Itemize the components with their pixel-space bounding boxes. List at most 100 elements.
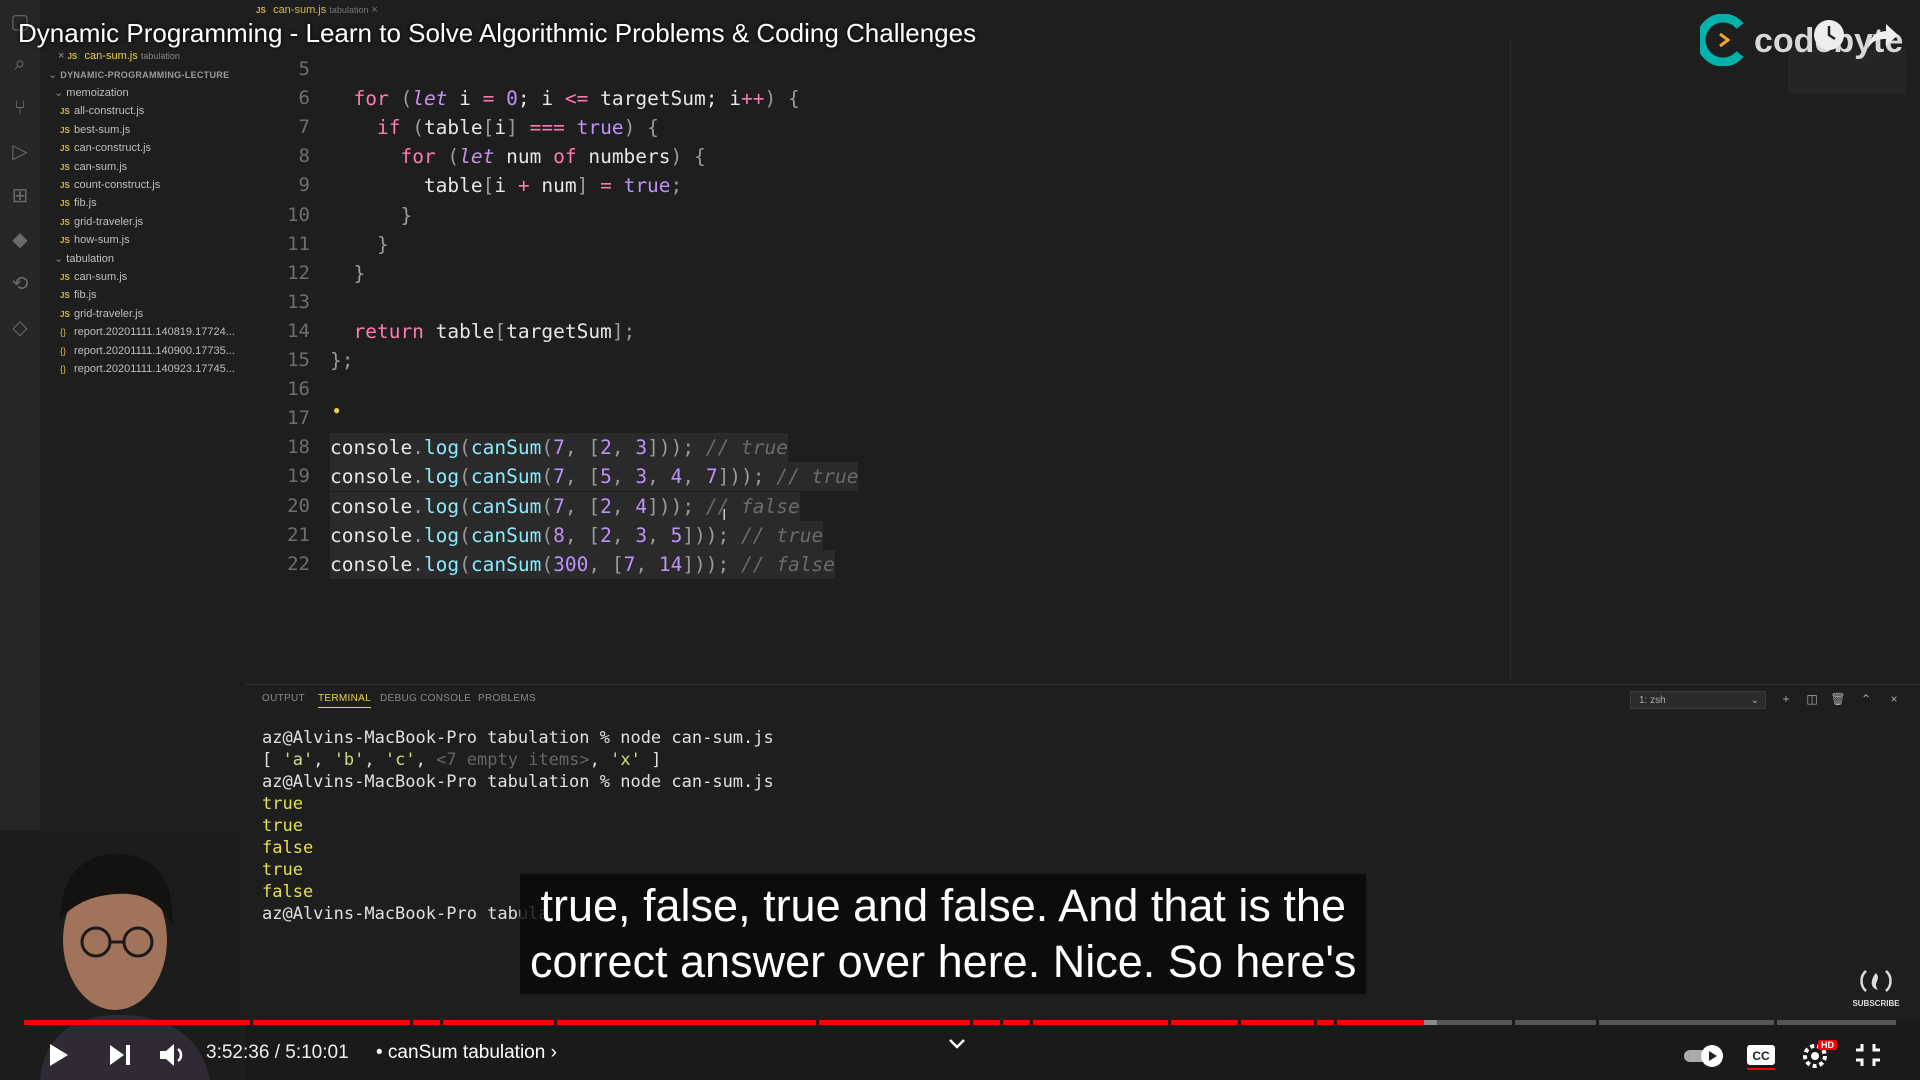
file-item[interactable]: JS how-sum.js	[60, 231, 266, 249]
terminal-token: 'x'	[610, 750, 641, 770]
folder-tabulation[interactable]: ⌄ tabulation	[54, 250, 260, 268]
file-name: best-sum.js	[74, 123, 131, 136]
svg-text:CC: CC	[1752, 1049, 1770, 1063]
codebyte-logo-icon	[1700, 14, 1744, 66]
code-token: // true	[694, 436, 788, 460]
tab-output[interactable]: OUTPUT	[262, 693, 305, 704]
close-icon[interactable]: ×	[1886, 691, 1902, 707]
search-icon[interactable]: ⌕	[8, 52, 32, 76]
report-file-item[interactable]: {} report.20201111.140819.17724...	[60, 323, 266, 341]
project-folder[interactable]: ⌄ DYNAMIC-PROGRAMMING-LECTURE	[48, 66, 254, 84]
tab-terminal[interactable]: TERMINAL	[318, 693, 371, 708]
file-item[interactable]: JS can-sum.js	[60, 158, 266, 176]
code-token: (	[541, 552, 554, 576]
code-token: log	[423, 465, 460, 489]
file-item[interactable]: JS fib.js	[60, 194, 266, 212]
js-file-icon: JS	[60, 291, 70, 301]
code-token: }	[330, 261, 366, 285]
code-token: };	[330, 349, 354, 372]
run-debug-icon[interactable]: ▷	[8, 140, 32, 164]
terminal-line: false	[262, 881, 313, 903]
file-item[interactable]: JS fib.js	[60, 286, 266, 304]
code-token: ,	[611, 523, 636, 547]
code-token: ,	[564, 523, 589, 547]
testing-icon[interactable]: ◇	[8, 316, 32, 340]
exit-fullscreen-icon[interactable]	[1852, 1040, 1884, 1070]
editor-tab-folder: tabulation	[329, 5, 369, 15]
code-token: [	[494, 319, 507, 343]
chapter-marker	[440, 1020, 443, 1025]
code-token: ];	[611, 319, 636, 343]
autoplay-toggle-icon[interactable]	[1682, 1040, 1726, 1070]
editor-ruler	[1510, 40, 1511, 680]
chapter-marker	[1000, 1020, 1003, 1025]
code-token: [	[611, 552, 624, 576]
chapter-title[interactable]: • canSum tabulation ›	[376, 1042, 557, 1064]
code-token: <=	[564, 87, 589, 111]
lightbulb-icon[interactable]: ●	[333, 403, 340, 417]
chapter-marker	[970, 1020, 973, 1025]
code-token: 7	[553, 465, 565, 489]
chevron-down-icon[interactable]	[944, 1034, 970, 1054]
code-token: ===	[529, 116, 565, 140]
code-token: console	[330, 436, 413, 460]
file-item[interactable]: JS can-sum.js	[60, 268, 266, 286]
report-file-item[interactable]: {} report.20201111.140923.17745...	[60, 360, 266, 378]
extensions-icon[interactable]: ⊞	[8, 184, 32, 208]
play-icon[interactable]	[42, 1040, 74, 1070]
file-item[interactable]: JS grid-traveler.js	[60, 213, 266, 231]
code-line: table[i + num] = true;	[330, 171, 682, 200]
file-item[interactable]: JS best-sum.js	[60, 121, 266, 139]
terminal-select[interactable]: 1: zsh ⌄	[1630, 691, 1766, 709]
code-token: canSum	[470, 436, 542, 460]
terminal-token: 'a'	[282, 750, 314, 770]
code-token: 8	[553, 523, 565, 547]
code-token: ++	[741, 87, 765, 111]
line-number: 15	[287, 349, 310, 371]
next-icon[interactable]	[104, 1040, 136, 1070]
video-title[interactable]: Dynamic Programming - Learn to Solve Alg…	[18, 18, 976, 49]
file-item[interactable]: JS all-construct.js	[60, 102, 266, 120]
code-token: let	[412, 87, 448, 111]
share-icon[interactable]	[1866, 20, 1900, 52]
code-token: canSum	[470, 465, 542, 489]
tab-debug-console[interactable]: DEBUG CONSOLE	[380, 693, 471, 704]
watch-later-icon[interactable]	[1814, 20, 1844, 50]
volume-icon[interactable]	[156, 1040, 188, 1070]
code-token: ,	[682, 465, 706, 489]
code-token: [	[482, 174, 495, 198]
code-token: if	[376, 116, 401, 140]
folder-memoization[interactable]: ⌄ memoization	[54, 84, 260, 102]
plus-icon[interactable]: +	[1778, 691, 1794, 707]
json-file-icon: {}	[60, 364, 67, 374]
time-display: 3:52:36 / 5:10:01	[206, 1042, 349, 1064]
remote-icon[interactable]: ⟲	[8, 272, 32, 296]
terminal-token: ,	[313, 750, 334, 770]
file-item[interactable]: JS count-construct.js	[60, 176, 266, 194]
open-editor-item[interactable]: × JS can-sum.js tabulation	[58, 47, 264, 65]
captions-icon[interactable]: CC	[1744, 1040, 1778, 1070]
source-control-icon[interactable]: ⑂	[8, 96, 32, 120]
docker-icon[interactable]: ◆	[8, 228, 32, 252]
video-progress-bar[interactable]	[24, 1020, 1896, 1025]
code-token: ,	[564, 494, 589, 518]
file-item[interactable]: JS grid-traveler.js	[60, 305, 266, 323]
file-item[interactable]: JS can-construct.js	[60, 139, 266, 157]
code-token: console	[330, 494, 413, 518]
close-icon[interactable]: ×	[58, 50, 67, 62]
trash-icon[interactable]: 🗑	[1830, 691, 1846, 707]
tab-problems[interactable]: PROBLEMS	[478, 693, 536, 704]
code-token: ,	[588, 552, 612, 576]
terminal-line: true	[262, 815, 303, 837]
line-number: 10	[287, 203, 310, 226]
terminal-line: az@Alvins-MacBook-Pro tabulation % node …	[262, 771, 774, 793]
subscribe-watermark[interactable]: SUBSCRIBE	[1852, 968, 1900, 1008]
chevron-up-icon[interactable]: ⌃	[1858, 691, 1874, 707]
code-token: 14	[658, 552, 683, 576]
report-file-item[interactable]: {} report.20201111.140900.17735...	[60, 342, 266, 360]
split-terminal-icon[interactable]: ◫	[1804, 691, 1820, 707]
close-icon[interactable]: ×	[371, 4, 377, 16]
